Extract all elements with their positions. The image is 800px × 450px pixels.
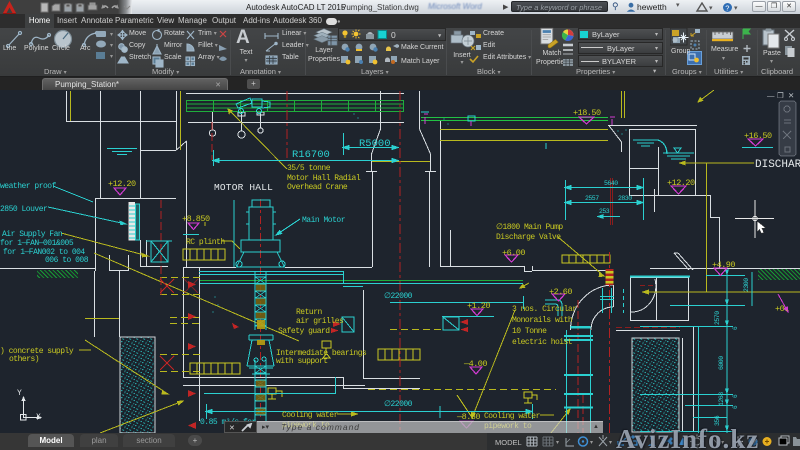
svg-text:▾: ▾ — [609, 440, 612, 446]
svg-text:?: ? — [725, 3, 729, 12]
svg-text:▾: ▾ — [556, 440, 559, 446]
svg-text:6: 6 — [732, 326, 739, 330]
svg-text:+18.50: +18.50 — [573, 108, 601, 118]
svg-text:+4.90: +4.90 — [712, 260, 735, 270]
svg-text:Discharge Valve: Discharge Valve — [496, 233, 561, 242]
svg-text:air grilles: air grilles — [296, 317, 344, 326]
svg-text:∅1800 Main Pump: ∅1800 Main Pump — [496, 223, 563, 232]
svg-text:electric hoist: electric hoist — [512, 338, 572, 347]
svg-text:35/5 tonne: 35/5 tonne — [287, 164, 331, 173]
svg-text:Main Motor: Main Motor — [302, 216, 346, 225]
svg-text:▾: ▾ — [734, 5, 738, 12]
svg-text:▾: ▾ — [590, 440, 593, 446]
svg-text:Air Supply Fan: Air Supply Fan — [2, 230, 63, 239]
svg-text:▾: ▾ — [110, 54, 113, 60]
svg-text:+2.60: +2.60 — [549, 287, 572, 297]
svg-text:Cooling water: Cooling water — [282, 411, 339, 420]
svg-text:Monorails with: Monorails with — [512, 316, 573, 325]
svg-text:253: 253 — [599, 208, 610, 215]
svg-text:2830: 2830 — [618, 195, 632, 202]
svg-text:▾: ▾ — [110, 43, 113, 49]
svg-text:∅22000: ∅22000 — [384, 400, 413, 409]
svg-text:3 nos. Circular: 3 nos. Circular — [512, 305, 577, 314]
svg-text:RC plinth: RC plinth — [186, 238, 225, 247]
svg-text:2570: 2570 — [714, 311, 721, 325]
svg-text:Overhead Crane: Overhead Crane — [287, 183, 348, 192]
svg-text:Motor Hall Radial: Motor Hall Radial — [287, 174, 361, 183]
svg-text:2850 Louver: 2850 Louver — [0, 205, 48, 214]
svg-text:+16.50: +16.50 — [744, 131, 772, 141]
svg-text:+6.00: +6.00 — [502, 248, 525, 258]
svg-text:+0.: +0. — [775, 304, 789, 314]
svg-text:Safety guard: Safety guard — [278, 327, 330, 336]
svg-text:weather proof: weather proof — [0, 182, 57, 191]
svg-text:others): others) — [9, 355, 39, 364]
svg-text:✕: ✕ — [788, 91, 794, 100]
svg-text:❐: ❐ — [777, 91, 784, 100]
svg-text:with support: with support — [276, 357, 328, 366]
svg-text:1268: 1268 — [718, 392, 725, 406]
svg-text:∅22000: ∅22000 — [384, 292, 413, 301]
svg-text:006 to 008: 006 to 008 — [45, 256, 89, 265]
svg-text:Cooling water: Cooling water — [484, 412, 541, 421]
svg-text:Return: Return — [296, 308, 323, 317]
svg-text:—: — — [767, 91, 775, 100]
svg-text:▾: ▾ — [438, 33, 442, 40]
svg-text:R5000: R5000 — [359, 138, 391, 150]
svg-text:MODEL: MODEL — [495, 438, 522, 447]
svg-text:for 1—FAN—001&005: for 1—FAN—001&005 — [0, 239, 74, 248]
svg-text:▾: ▾ — [709, 5, 713, 12]
svg-text:Y: Y — [17, 389, 22, 398]
svg-text:X: X — [36, 413, 41, 422]
svg-text:R16700: R16700 — [292, 149, 330, 161]
svg-text:6000: 6000 — [718, 356, 725, 370]
svg-text:5640: 5640 — [604, 180, 618, 187]
svg-text:2300: 2300 — [743, 278, 750, 292]
svg-text:2557: 2557 — [585, 195, 599, 202]
svg-text:6: 6 — [732, 405, 739, 409]
svg-text:+12.20: +12.20 — [108, 179, 136, 189]
svg-text:6: 6 — [732, 394, 739, 398]
svg-text:+8.850: +8.850 — [182, 214, 210, 224]
svg-text:10 Tonne: 10 Tonne — [512, 327, 547, 336]
svg-text:DISCHARG: DISCHARG — [755, 159, 800, 171]
svg-text:▾: ▾ — [110, 32, 113, 38]
svg-text:MOTOR HALL: MOTOR HALL — [214, 182, 273, 193]
svg-text:+1.20: +1.20 — [467, 301, 490, 311]
svg-text:0: 0 — [391, 30, 396, 40]
svg-text:—4.00: —4.00 — [463, 359, 487, 369]
svg-text:+12.20: +12.20 — [667, 178, 695, 188]
